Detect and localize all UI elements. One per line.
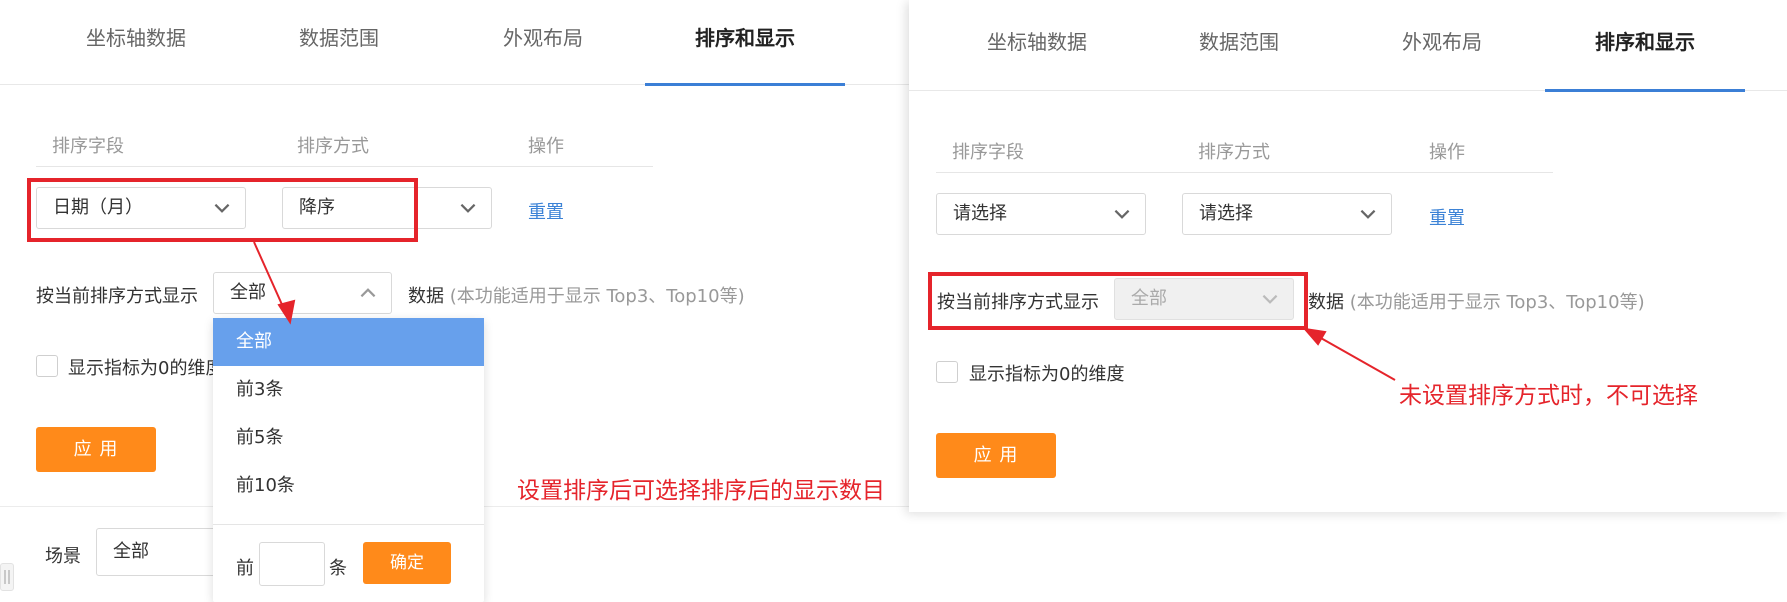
header-sort-order: 排序方式 [1198,142,1270,163]
sort-order-value: 降序 [299,197,335,218]
data-hint: (本功能适用于显示 Top3、Top10等) [1349,292,1645,313]
display-count-dropdown: 全部 前3条 前5条 前10条 前 条 确定 [213,318,484,602]
right-annotation-text: 未设置排序方式时，不可选择 [1399,383,1698,409]
display-label: 按当前排序方式显示 [937,292,1099,313]
sort-field-value: 请选择 [953,203,1007,224]
header-action: 操作 [1429,142,1465,163]
chevron-down-icon [1114,209,1130,219]
left-annotation-text: 设置排序后可选择排序后的显示数目 [517,478,885,504]
chevron-down-icon [1262,294,1278,304]
custom-count-input[interactable] [259,542,325,586]
tab-sort-display[interactable]: 排序和显示 [1545,0,1745,92]
data-word: 数据 [1308,292,1344,313]
reset-link[interactable]: 重置 [528,198,564,224]
zero-dimension-label: 显示指标为0的维度 [68,358,224,379]
chevron-down-icon [1360,209,1376,219]
display-count-value: 全部 [1131,288,1167,309]
data-hint-text: 数据 (本功能适用于显示 Top3、Top10等) [408,282,745,308]
dropdown-option-all[interactable]: 全部 [213,318,484,366]
apply-button[interactable]: 应 用 [36,427,156,472]
apply-button[interactable]: 应 用 [936,433,1056,478]
sort-order-select[interactable]: 降序 [282,187,492,229]
tab-bar: 坐标轴数据 数据范围 外观布局 排序和显示 [0,0,913,86]
confirm-button[interactable]: 确定 [363,542,451,584]
custom-count-suffix: 条 [329,558,347,579]
screenshot: 坐标轴数据 数据范围 外观布局 排序和显示 排序字段 排序方式 操作 日期（月）… [0,0,1787,602]
tab-bar: 坐标轴数据 数据范围 外观布局 排序和显示 [909,0,1787,92]
sort-order-value: 请选择 [1199,203,1253,224]
header-divider [36,166,653,167]
zero-dimension-label: 显示指标为0的维度 [969,364,1125,385]
data-word: 数据 [408,286,444,307]
right-panel: 坐标轴数据 数据范围 外观布局 排序和显示 排序字段 排序方式 操作 请选择 请… [909,0,1787,512]
data-hint: (本功能适用于显示 Top3、Top10等) [449,286,745,307]
header-sort-order: 排序方式 [297,136,369,157]
tab-data-range[interactable]: 数据范围 [1139,0,1339,91]
header-action: 操作 [528,136,564,157]
scene-value: 全部 [113,541,149,562]
chevron-down-icon [460,203,476,213]
display-count-value: 全部 [230,282,266,303]
tab-axis-data[interactable]: 坐标轴数据 [36,0,236,85]
data-hint-text: 数据 (本功能适用于显示 Top3、Top10等) [1308,288,1645,314]
zero-dimension-checkbox[interactable] [936,361,958,383]
display-count-select: 全部 [1114,278,1294,320]
header-divider [936,172,1553,173]
tab-sort-display[interactable]: 排序和显示 [645,0,845,86]
tab-data-range[interactable]: 数据范围 [239,0,439,85]
header-sort-field: 排序字段 [52,136,124,157]
tab-axis-data[interactable]: 坐标轴数据 [937,0,1137,91]
scene-label: 场景 [45,546,81,567]
dropdown-option-top3[interactable]: 前3条 [213,366,484,414]
tab-appearance[interactable]: 外观布局 [1342,0,1542,91]
tab-appearance[interactable]: 外观布局 [443,0,643,85]
zero-dimension-checkbox[interactable] [36,355,58,377]
sort-field-select[interactable]: 请选择 [936,193,1146,235]
display-label: 按当前排序方式显示 [36,286,198,307]
display-count-select[interactable]: 全部 [213,272,392,314]
custom-count-prefix: 前 [236,558,254,579]
header-sort-field: 排序字段 [952,142,1024,163]
sort-field-select[interactable]: 日期（月） [36,187,246,229]
resize-handle[interactable] [0,563,14,591]
dropdown-option-top10[interactable]: 前10条 [213,462,484,510]
chevron-down-icon [214,203,230,213]
dropdown-divider [213,524,484,525]
sort-order-select[interactable]: 请选择 [1182,193,1392,235]
chevron-up-icon [360,288,376,298]
dropdown-option-top5[interactable]: 前5条 [213,414,484,462]
sort-field-value: 日期（月） [53,197,143,218]
reset-link[interactable]: 重置 [1429,204,1465,230]
